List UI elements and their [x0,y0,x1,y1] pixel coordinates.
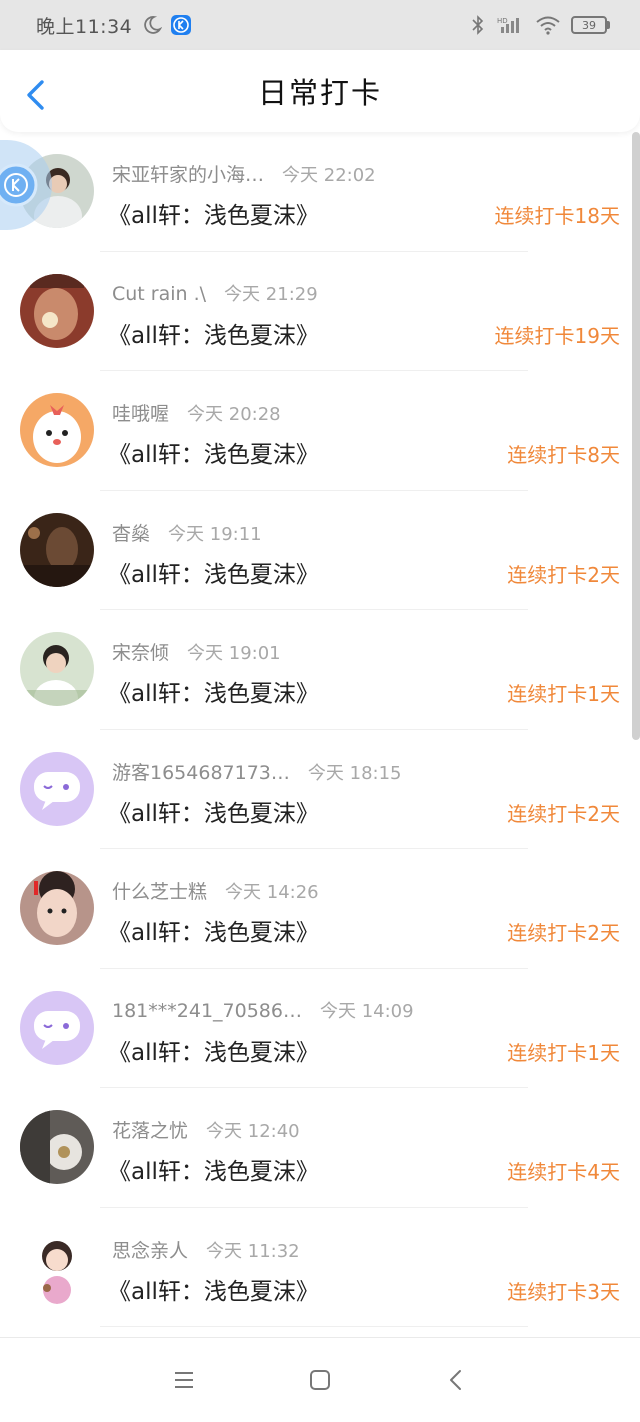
back-button[interactable] [22,79,48,111]
streak-label: 连续打卡1天 [507,1040,620,1065]
book-title[interactable]: 《all轩：浅色夏沫》 [108,435,319,469]
status-time: 晚上11:34 [36,15,133,38]
checkin-list[interactable]: 宋亚轩家的小海… 今天 22:02 《all轩：浅色夏沫》 连续打卡18天 Cut… [0,132,640,1337]
signal-icon: HD [497,17,519,33]
checkin-time: 今天 14:09 [319,1000,414,1022]
checkin-time: 今天 22:02 [282,165,376,186]
book-title[interactable]: 《all轩：浅色夏沫》 [108,913,319,947]
checkin-time: 今天 19:01 [187,643,281,664]
list-item[interactable]: 游客1654687173… 今天 18:15 《all轩：浅色夏沫》 连续打卡2天 [0,730,640,850]
book-title[interactable]: 《all轩：浅色夏沫》 [108,674,319,708]
page-header: 日常打卡 [0,50,640,132]
checkin-time: 今天 19:11 [168,523,262,545]
book-title[interactable]: 《all轩：浅色夏沫》 [108,794,319,828]
streak-label: 连续打卡8天 [507,443,620,467]
list-item[interactable]: 花落之忧 今天 12:40 《all轩：浅色夏沫》 连续打卡4天 [0,1088,640,1208]
assistant-k-icon [0,163,38,207]
bluetooth-icon [472,15,484,35]
app-k-icon [171,15,192,35]
avatar[interactable] [20,632,94,706]
book-title[interactable]: 《all轩：浅色夏沫》 [108,196,319,230]
moon-icon [144,16,163,34]
streak-label: 连续打卡2天 [507,562,620,587]
book-title[interactable]: 《all轩：浅色夏沫》 [108,1033,319,1067]
list-item[interactable]: 哇哦喔 今天 20:28 《all轩：浅色夏沫》 连续打卡8天 [0,371,640,491]
home-square-icon[interactable] [307,1367,333,1393]
user-name[interactable]: 181***241_70586… [112,1000,302,1022]
avatar[interactable] [20,751,94,826]
battery-level: 39 [571,16,607,34]
avatar[interactable] [20,273,94,348]
user-name[interactable]: 宋奈倾 [112,638,169,665]
user-name[interactable]: 游客1654687173… [112,758,290,785]
checkin-time: 今天 14:26 [225,882,319,903]
book-title[interactable]: 《all轩：浅色夏沫》 [108,316,319,350]
checkin-time: 今天 21:29 [224,283,318,305]
streak-label: 连续打卡2天 [507,801,620,826]
avatar[interactable] [20,393,94,467]
page-title: 日常打卡 [257,76,382,110]
checkin-time: 今天 12:40 [206,1121,300,1142]
streak-label: 连续打卡3天 [507,1279,620,1304]
list-item[interactable]: 181***241_70586… 今天 14:09 《all轩：浅色夏沫》 连续打… [0,969,640,1089]
status-bar: 晚上11:34 HD 39 [0,0,640,50]
system-nav-bar [0,1337,640,1422]
checkin-time: 今天 20:28 [187,404,281,425]
checkin-time: 今天 18:15 [307,762,402,784]
avatar[interactable] [20,1229,94,1304]
book-title[interactable]: 《all轩：浅色夏沫》 [108,555,319,589]
back-triangle-icon[interactable] [443,1367,469,1393]
list-item[interactable]: Cut rain .\ 今天 21:29 《all轩：浅色夏沫》 连续打卡19天 [0,252,640,372]
list-item[interactable]: 什么芝士糕 今天 14:26 《all轩：浅色夏沫》 连续打卡2天 [0,849,640,969]
checkin-time: 今天 11:32 [206,1240,300,1262]
avatar[interactable] [20,990,94,1065]
wifi-icon [536,16,560,35]
avatar[interactable] [20,1110,94,1184]
list-item[interactable]: 宋亚轩家的小海… 今天 22:02 《all轩：浅色夏沫》 连续打卡18天 [0,132,640,252]
user-name[interactable]: Cut rain .\ [112,283,206,305]
user-name[interactable]: 宋亚轩家的小海… [112,160,264,187]
user-name[interactable]: 哇哦喔 [112,399,169,426]
list-item[interactable]: 宋奈倾 今天 19:01 《all轩：浅色夏沫》 连续打卡1天 [0,610,640,730]
streak-label: 连续打卡1天 [507,682,620,706]
menu-icon[interactable] [171,1367,197,1393]
user-name[interactable]: 杳燊 [112,519,150,546]
streak-label: 连续打卡19天 [494,323,620,348]
book-title[interactable]: 《all轩：浅色夏沫》 [108,1272,319,1306]
user-name[interactable]: 花落之忧 [112,1116,188,1143]
avatar[interactable] [20,871,94,945]
streak-label: 连续打卡2天 [507,921,620,945]
user-name[interactable]: 什么芝士糕 [112,877,207,904]
streak-label: 连续打卡4天 [507,1160,620,1184]
list-item[interactable]: 杳燊 今天 19:11 《all轩：浅色夏沫》 连续打卡2天 [0,491,640,611]
scrollbar-thumb[interactable] [632,132,640,740]
battery-indicator: 39 [571,16,610,34]
list-item[interactable]: 思念亲人 今天 11:32 《all轩：浅色夏沫》 连续打卡3天 [0,1208,640,1328]
streak-label: 连续打卡18天 [494,204,620,228]
user-name[interactable]: 思念亲人 [112,1236,188,1263]
book-title[interactable]: 《all轩：浅色夏沫》 [108,1152,319,1186]
hd-label: HD [497,17,508,25]
avatar[interactable] [20,512,94,587]
